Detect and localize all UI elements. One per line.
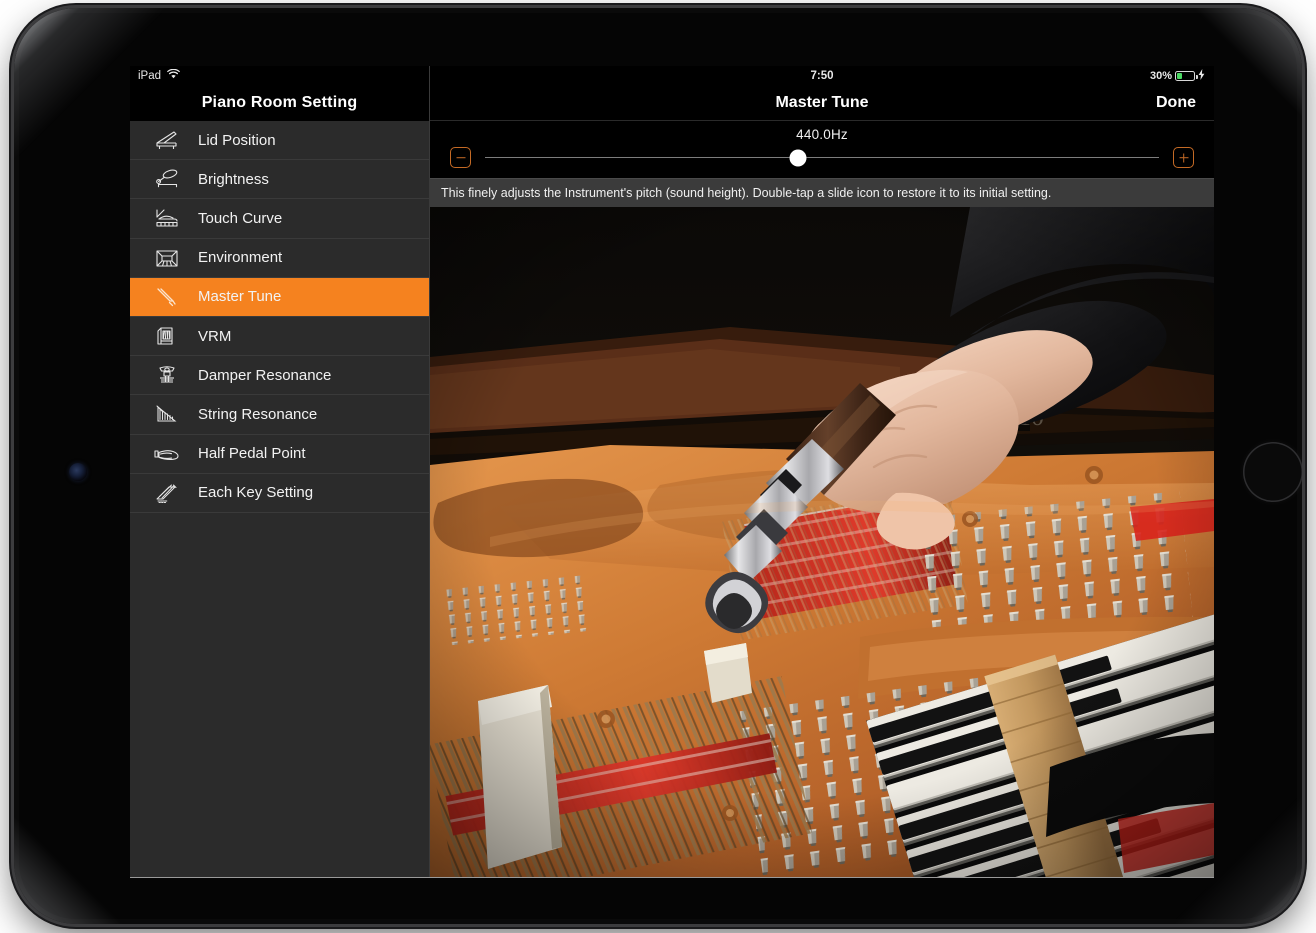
sidebar-item-brightness[interactable]: Brightness <box>130 160 429 200</box>
sidebar-item-lid-position[interactable]: Lid Position <box>130 121 429 161</box>
app-window: iPad Piano Room Setting Lid Position Bri… <box>130 66 1214 878</box>
nav-bar: Master Tune Done <box>430 85 1214 121</box>
tuning-fork-icon <box>152 284 182 310</box>
string-resonance-icon <box>152 401 182 427</box>
sidebar-title: Piano Room Setting <box>130 85 429 121</box>
lightning-bolt-icon <box>1198 68 1205 83</box>
sidebar-item-environment[interactable]: Environment <box>130 239 429 278</box>
status-bar: 7:50 30% <box>430 66 1214 85</box>
description-text: This finely adjusts the Instrument's pit… <box>430 178 1214 207</box>
piano-tuning-photo: 10 <box>430 207 1214 877</box>
sidebar-item-damper-resonance[interactable]: Damper Resonance <box>130 356 429 396</box>
brightness-lamp-icon <box>152 166 182 192</box>
slider-track-wrap[interactable] <box>485 148 1159 168</box>
ipad-device: iPad Piano Room Setting Lid Position Bri… <box>14 8 1302 924</box>
wifi-icon <box>167 68 180 82</box>
sidebar-item-label: Brightness <box>198 170 269 188</box>
sidebar-item-label: Master Tune <box>198 288 282 306</box>
sidebar-item-vrm[interactable]: VRM <box>130 317 429 357</box>
sidebar-status-bar: iPad <box>130 66 429 85</box>
slider-thumb[interactable] <box>789 149 807 166</box>
sidebar-item-half-pedal-point[interactable]: Half Pedal Point <box>130 435 429 474</box>
upright-piano-icon <box>152 323 182 349</box>
sidebar-item-label: VRM <box>198 327 232 345</box>
status-time: 7:50 <box>810 69 834 82</box>
sidebar-item-label: Environment <box>198 249 283 267</box>
sidebar-item-label: Damper Resonance <box>198 366 332 384</box>
sidebar-item-list: Lid Position Brightness Touch Curve Envi… <box>130 121 429 877</box>
sidebar-item-label: String Resonance <box>198 405 318 423</box>
front-camera <box>69 463 87 481</box>
sidebar-item-master-tune[interactable]: Master Tune <box>130 277 429 317</box>
minus-button[interactable] <box>450 147 471 168</box>
app-content-row: iPad Piano Room Setting Lid Position Bri… <box>130 66 1214 877</box>
each-key-setting-icon <box>152 480 182 506</box>
battery-icon <box>1175 70 1198 81</box>
sidebar-item-touch-curve[interactable]: Touch Curve <box>130 199 429 239</box>
damper-resonance-icon <box>152 362 182 388</box>
slider-track[interactable] <box>485 156 1159 159</box>
home-button[interactable] <box>1243 442 1302 502</box>
touch-curve-icon <box>152 205 182 231</box>
sidebar: iPad Piano Room Setting Lid Position Bri… <box>130 66 430 877</box>
detail-pane: 7:50 30% Master Tune Done 440.0Hz This f… <box>430 66 1214 877</box>
sidebar-item-label: Half Pedal Point <box>198 445 306 463</box>
sidebar-item-each-key-setting[interactable]: Each Key Setting <box>130 474 429 513</box>
slider-value-label: 440.0Hz <box>796 127 848 142</box>
sidebar-item-label: Each Key Setting <box>198 484 314 502</box>
pedal-icon <box>152 441 182 467</box>
environment-room-icon <box>152 245 182 271</box>
sidebar-item-label: Touch Curve <box>198 209 283 227</box>
battery-percent-label: 30% <box>1149 69 1172 82</box>
grand-piano-lid-icon <box>152 127 182 153</box>
done-button[interactable]: Done <box>1156 94 1196 112</box>
slider-area: 440.0Hz <box>430 121 1214 178</box>
carrier-label: iPad <box>138 69 162 82</box>
slider-row <box>430 147 1214 168</box>
page-title: Master Tune <box>775 93 869 111</box>
sidebar-item-string-resonance[interactable]: String Resonance <box>130 395 429 435</box>
battery-indicator: 30% <box>1149 68 1205 83</box>
plus-button[interactable] <box>1173 147 1194 168</box>
sidebar-item-label: Lid Position <box>198 131 276 149</box>
